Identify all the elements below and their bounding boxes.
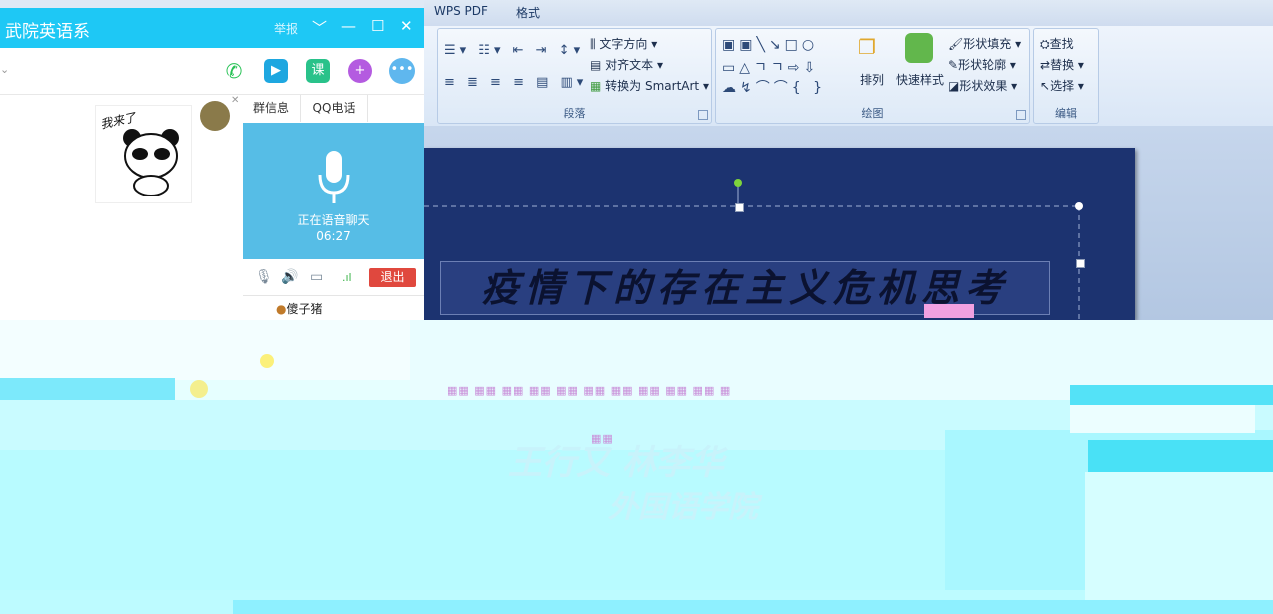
pencil-icon: ✎ [948, 58, 959, 72]
binoculars-icon: ⛭ [1040, 37, 1050, 51]
video-call-icon[interactable]: ▶ [264, 59, 288, 83]
microphone-icon [318, 151, 350, 203]
expand-chevron-icon[interactable]: ⌄ [0, 63, 9, 76]
panda-sticker-image[interactable]: 我来了 [95, 105, 192, 203]
ghost-school-line: 外国语学院 [608, 490, 758, 525]
member-avatar-icon: ● [276, 302, 287, 316]
paint-bucket-icon: 🖌 [948, 37, 964, 51]
group-name: 武院英语系 [5, 22, 90, 42]
rotate-handle[interactable] [734, 179, 742, 187]
shapes-gallery-row2-icon[interactable]: ▭△ㄱㄱ⇨⇩ [722, 57, 819, 77]
list-buttons-icon[interactable]: ☰▾ ☷▾ ⇤ ⇥ ↕▾ [444, 43, 584, 58]
corrupted-screen-region: ▦▦ ▦▦ ▦▦ ▦▦ ▦▦ ▦▦ ▦▦ ▦▦ ▦▦ ▦▦ ▦ ▦▦ 王行又 林… [0, 304, 1273, 614]
smartart-icon: ▦ [590, 79, 602, 93]
select-button[interactable]: ↖选择 ▾ [1040, 77, 1084, 94]
qq-titlebar[interactable]: 武院英语系 举报 ﹀ — ☐ ✕ [0, 8, 424, 48]
align-text-icon: ▤ [590, 58, 602, 72]
camera-off-icon[interactable]: ▭ [310, 269, 323, 285]
window-top-strip [0, 0, 424, 8]
find-button[interactable]: ⛭查找 [1040, 35, 1074, 52]
align-text-button[interactable]: ▤ 对齐文本 ▾ [590, 56, 663, 73]
paragraph-group-label: 段落 [563, 107, 586, 120]
call-member[interactable]: ●傻子猪 [276, 300, 323, 317]
effects-icon: ◪ [948, 79, 960, 93]
tab-wps-pdf[interactable]: WPS PDF [434, 4, 488, 18]
shape-outline-button[interactable]: ✎形状轮廓 ▾ [948, 56, 1016, 73]
paragraph-dialog-launcher-icon[interactable] [698, 110, 708, 120]
call-controls: 🎙 🔊 ▭ .ıl 退出 ●傻子猪 [243, 259, 424, 316]
exit-call-button[interactable]: 退出 [369, 268, 416, 287]
add-app-icon[interactable]: + [348, 59, 372, 83]
ribbon-body: ☰▾ ☷▾ ⇤ ⇥ ↕▾ ≡ ≣ ≡ ≡ ▤ ▥▾ ⫼ 文字方向 ▾ ▤ 对齐文… [420, 26, 1273, 127]
resize-handle-right[interactable] [1076, 259, 1085, 268]
report-link[interactable]: 举报 [274, 20, 298, 37]
voice-status-text: 正在语音聊天 [297, 213, 370, 227]
cursor-icon: ↖ [1040, 79, 1051, 93]
quick-styles-button[interactable]: 快速样式 [896, 71, 944, 88]
ghost-author-line: 王行又 林李华 [508, 443, 724, 483]
shape-effects-button[interactable]: ◪形状效果 ▾ [948, 77, 1017, 94]
shapes-gallery-icon[interactable]: ▣▣╲↘□○ [722, 37, 818, 53]
close-icon[interactable]: ✕ [400, 17, 413, 35]
shapes-gallery-row3-icon[interactable]: ☁↯⌒⌒{ } [722, 77, 826, 97]
drawing-group: ▣▣╲↘□○ ▭△ㄱㄱ⇨⇩ ☁↯⌒⌒{ } ❐ 排列 快速样式 🖌形状填充 ▾ … [715, 28, 1030, 124]
tab-qq-call[interactable]: QQ电话 [301, 95, 368, 122]
drawing-dialog-launcher-icon[interactable] [1016, 110, 1026, 120]
speaker-icon[interactable]: 🔊 [281, 269, 298, 285]
ribbon-tab-bar: WPS PDF 格式 [420, 0, 1273, 27]
resize-handle-top[interactable] [735, 203, 744, 212]
tab-format[interactable]: 格式 [516, 4, 540, 21]
shape-fill-button[interactable]: 🖌形状填充 ▾ [948, 35, 1021, 52]
classroom-icon[interactable]: 课 [306, 59, 330, 83]
more-icon[interactable]: ••• [389, 58, 415, 84]
voice-call-icon[interactable]: ✆ [222, 59, 246, 83]
tab-group-info[interactable]: 群信息 [242, 95, 301, 122]
text-direction-icon: ⫼ [590, 37, 596, 51]
noise-pattern: ▦▦ ▦▦ ▦▦ ▦▦ ▦▦ ▦▦ ▦▦ ▦▦ ▦▦ ▦▦ ▦ [447, 384, 732, 397]
editing-group: ⛭查找 ⇄替换 ▾ ↖选择 ▾ 编辑 [1033, 28, 1099, 124]
arrange-icon: ❐ [858, 35, 876, 59]
signal-strength-icon: .ıl [342, 271, 352, 284]
paragraph-group: ☰▾ ☷▾ ⇤ ⇥ ↕▾ ≡ ≣ ≡ ≡ ▤ ▥▾ ⫼ 文字方向 ▾ ▤ 对齐文… [437, 28, 712, 124]
sender-avatar[interactable] [200, 101, 230, 131]
call-duration: 06:27 [316, 229, 351, 243]
voice-chat-panel: 正在语音聊天 06:27 [243, 123, 424, 259]
minimize-icon[interactable]: — [341, 17, 356, 35]
editing-group-label: 编辑 [1055, 107, 1077, 120]
drawing-group-label: 绘图 [861, 107, 884, 120]
chevron-down-icon[interactable]: ﹀ [312, 17, 327, 38]
qq-toolbar: ⌄ ✆ ▶ 课 + ••• [0, 48, 424, 95]
quick-styles-icon [905, 33, 933, 63]
align-buttons-icon[interactable]: ≡ ≣ ≡ ≡ ▤ ▥▾ [444, 75, 587, 90]
replace-icon: ⇄ [1040, 58, 1051, 72]
replace-button[interactable]: ⇄替换 ▾ [1040, 56, 1084, 73]
maximize-icon[interactable]: ☐ [371, 17, 384, 35]
panda-icon [123, 129, 179, 196]
convert-smartart-button[interactable]: ▦ 转换为 SmartArt ▾ [590, 77, 709, 94]
close-small-icon[interactable]: ✕ [231, 95, 239, 106]
mic-muted-icon[interactable]: 🎙 [255, 269, 273, 285]
arrange-button[interactable]: 排列 [860, 71, 884, 88]
text-direction-button[interactable]: ⫼ 文字方向 ▾ [590, 35, 657, 52]
